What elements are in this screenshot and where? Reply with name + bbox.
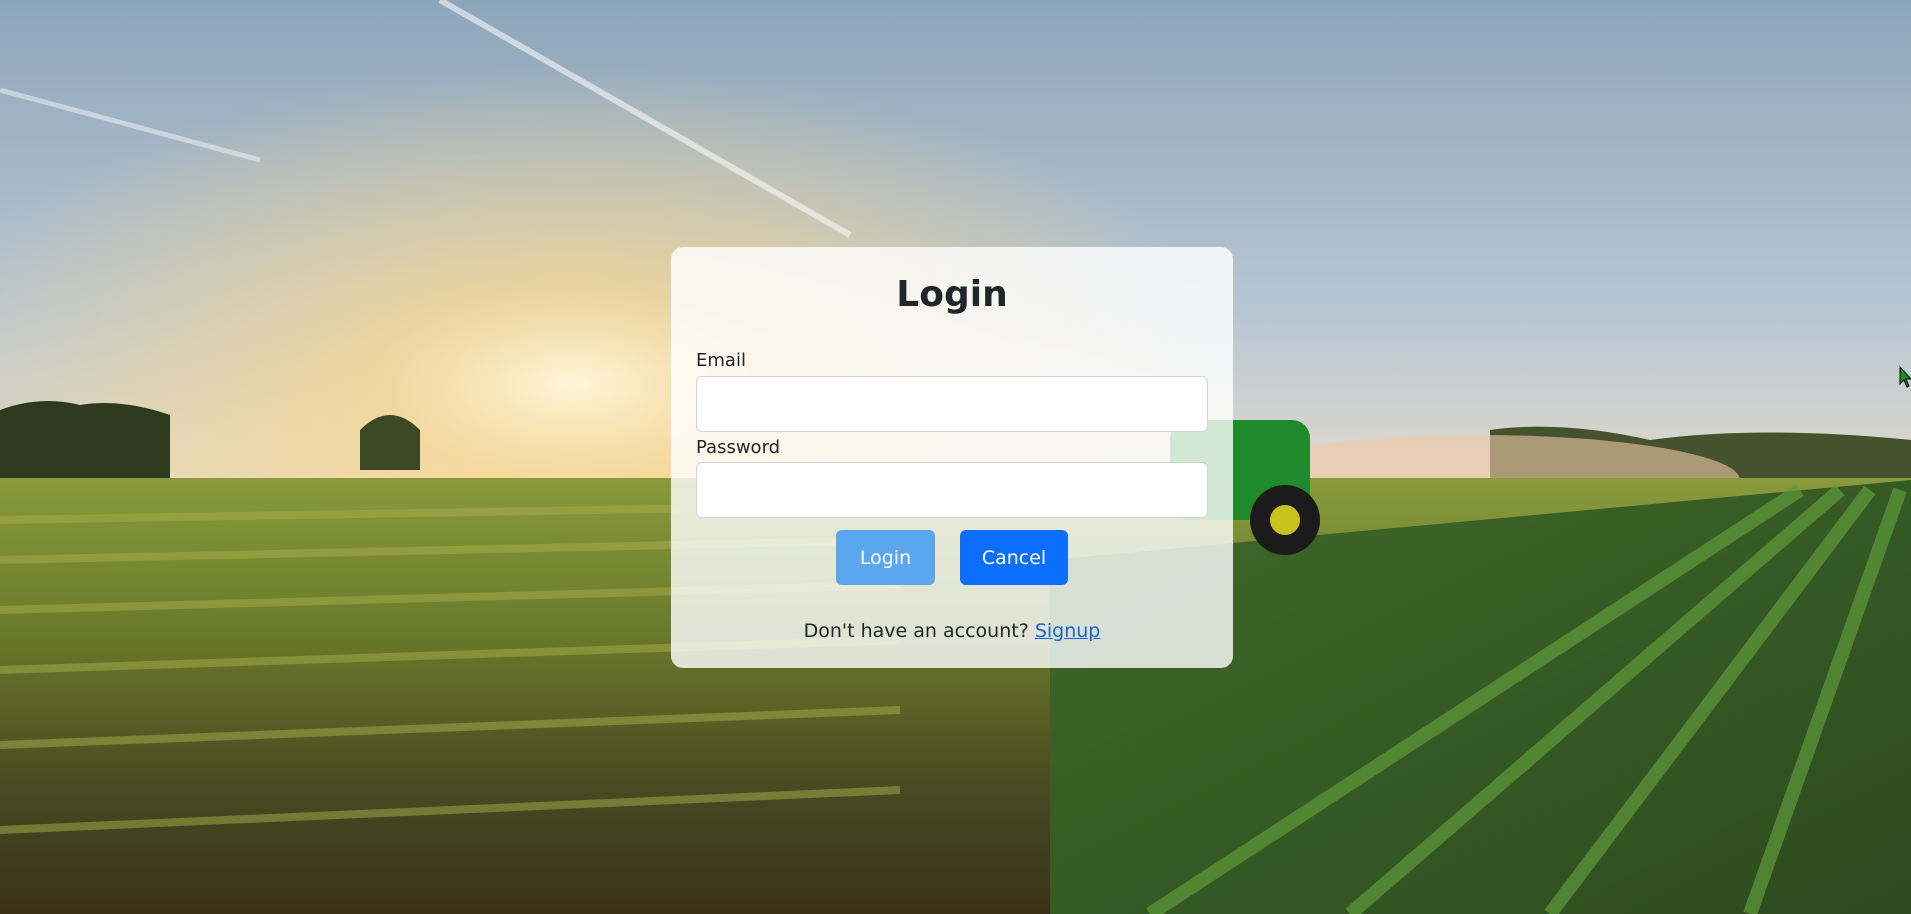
password-field[interactable] [696,462,1208,518]
signup-prompt: Don't have an account? Signup [671,620,1233,642]
signup-link[interactable]: Signup [1035,620,1101,642]
email-field[interactable] [696,376,1208,432]
login-button[interactable]: Login [836,530,935,585]
mouse-cursor-icon [1899,366,1911,388]
login-title: Login [896,274,1008,315]
cancel-button[interactable]: Cancel [960,530,1068,585]
login-card: Login Email Password Login Cancel Don't … [671,247,1233,668]
signup-prompt-text: Don't have an account? [803,620,1029,642]
email-label: Email [696,350,746,371]
password-label: Password [696,437,781,458]
